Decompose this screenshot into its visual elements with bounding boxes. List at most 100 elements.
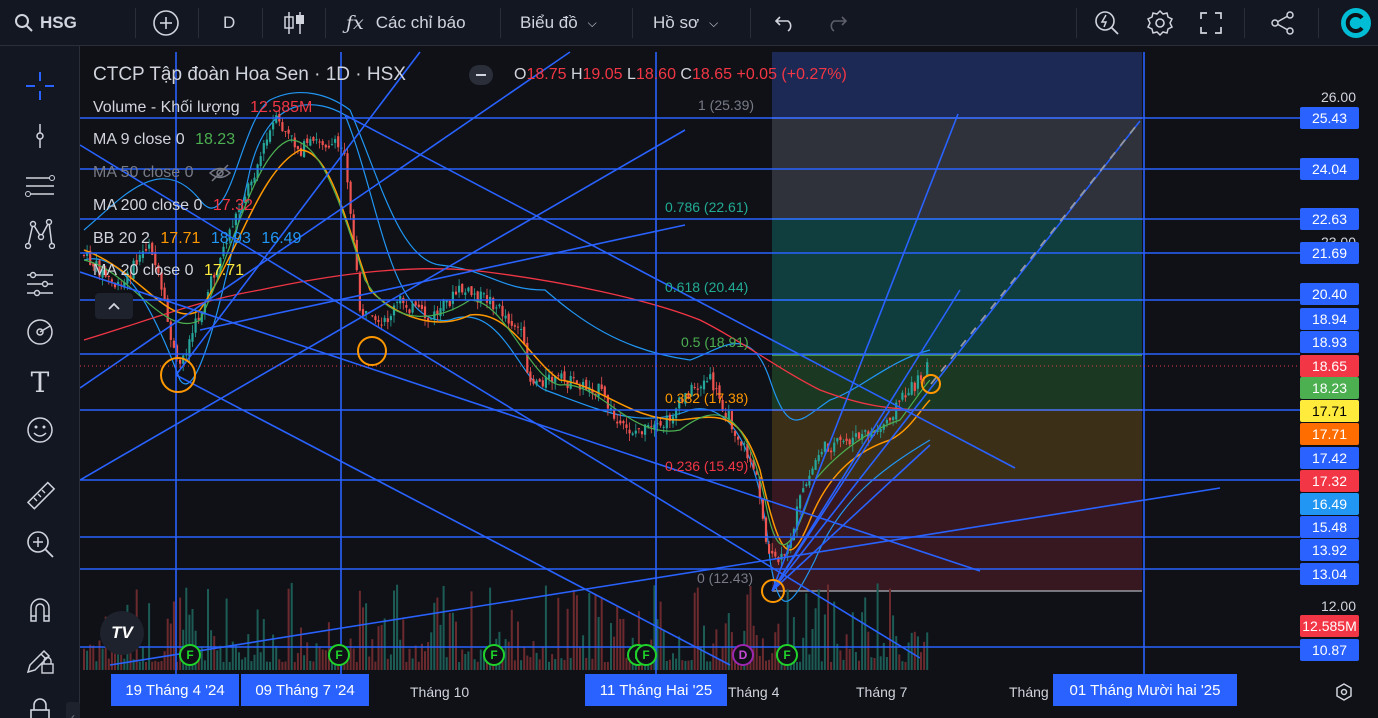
brush-tool[interactable] <box>22 314 58 350</box>
crosshair-tool[interactable] <box>22 68 58 104</box>
legend-toggle-button[interactable] <box>95 293 133 319</box>
legend-bb[interactable]: BB 20 2 17.71 18.93 16.49 <box>93 230 301 248</box>
measure-tool[interactable] <box>22 478 58 514</box>
fullscreen-button[interactable] <box>1199 0 1223 46</box>
earnings-marker[interactable]: F <box>483 644 505 666</box>
quick-search-button[interactable] <box>1094 0 1120 46</box>
earnings-marker[interactable]: F <box>776 644 798 666</box>
volume-bar <box>207 588 209 670</box>
legend-ma9[interactable]: MA 9 close 0 18.23 <box>93 131 235 149</box>
dividend-marker[interactable]: D <box>732 644 754 666</box>
compare-symbol-button[interactable] <box>152 0 180 46</box>
candle-body <box>817 455 820 462</box>
legend-header: CTCP Tập đoàn Hoa Sen · 1D · HSX <box>93 64 406 86</box>
volume-bar <box>383 618 386 670</box>
volume-bar <box>802 637 805 670</box>
volume-bar <box>554 659 557 670</box>
price-label: 18.94 <box>1300 308 1359 330</box>
candle-body <box>839 436 842 440</box>
volume-bar <box>594 594 597 670</box>
smiley-icon <box>27 417 53 443</box>
chart-canvas[interactable] <box>80 46 1378 718</box>
fib-tool[interactable] <box>22 168 58 204</box>
volume-bar <box>513 660 516 670</box>
line-tool[interactable] <box>22 118 58 154</box>
volume-bar <box>538 659 541 670</box>
chart-settings-button[interactable] <box>1334 682 1354 707</box>
target-icon <box>27 319 53 345</box>
tradingview-logo[interactable]: TV <box>100 611 144 655</box>
legend-collapse-button[interactable] <box>469 65 493 85</box>
crosshair-icon <box>26 72 54 100</box>
price-label: 10.87 <box>1300 639 1359 661</box>
volume-bar <box>603 661 606 670</box>
candle-body <box>628 429 631 434</box>
volume-bar <box>110 651 113 670</box>
price-label: 17.42 <box>1300 447 1359 469</box>
pattern-tool[interactable] <box>22 216 58 252</box>
volume-bar <box>616 606 619 670</box>
share-button[interactable] <box>1270 0 1296 46</box>
lock-drawings-tool[interactable] <box>22 690 58 718</box>
candle-body <box>743 443 746 445</box>
volume-bar <box>92 645 95 670</box>
symbol-search[interactable]: HSG <box>14 0 77 46</box>
volume-bar <box>386 658 389 670</box>
chart-type-button[interactable] <box>282 0 306 46</box>
chart-menu-button[interactable]: Biểu đồ ⌵ <box>520 0 597 46</box>
candle-body <box>349 181 352 214</box>
redo-button[interactable] <box>826 0 848 46</box>
legend-ma20[interactable]: MA 20 close 0 17.71 <box>93 262 244 280</box>
volume-bar <box>98 640 101 670</box>
settings-button[interactable] <box>1146 0 1174 46</box>
time-highlight: 01 Tháng Mười hai '25 <box>1053 674 1237 706</box>
profile-menu-button[interactable]: Hồ sơ ⌵ <box>653 0 718 46</box>
candle-body <box>194 318 197 333</box>
text-tool[interactable]: T <box>22 364 58 400</box>
price-label: 25.43 <box>1300 107 1359 129</box>
volume-bar <box>693 592 696 670</box>
volume-bar <box>768 659 771 670</box>
candle-body <box>296 146 299 150</box>
eye-hidden-icon[interactable] <box>208 164 232 182</box>
undo-button[interactable] <box>774 0 796 46</box>
candle-body <box>709 374 712 380</box>
volume-bar <box>256 609 259 670</box>
candle-body <box>892 417 895 420</box>
volume-bar <box>461 649 464 670</box>
candle-body <box>306 138 309 143</box>
symbol-title[interactable]: CTCP Tập đoàn Hoa Sen · 1D · HSX <box>93 64 406 85</box>
interval-button[interactable]: D <box>223 0 235 46</box>
volume-bar <box>358 590 361 670</box>
legend-ma200[interactable]: MA 200 close 0 17.32 <box>93 197 253 215</box>
chevron-up-icon <box>108 302 120 310</box>
volume-bar <box>234 645 237 670</box>
legend-ma50[interactable]: MA 50 close 0 <box>93 164 232 182</box>
earnings-marker[interactable]: F <box>179 644 201 666</box>
volume-bar <box>563 659 566 670</box>
prediction-tool[interactable] <box>22 266 58 302</box>
emoji-tool[interactable] <box>22 412 58 448</box>
time-tick: Tháng 4 <box>728 684 780 700</box>
line-tool-icon <box>36 124 44 148</box>
candle-body <box>637 428 640 430</box>
volume-bar <box>765 660 767 670</box>
zoom-tool[interactable] <box>22 526 58 562</box>
volume-bar <box>293 661 296 670</box>
magnet-tool[interactable] <box>22 592 58 628</box>
volume-bar <box>362 607 364 670</box>
earnings-marker[interactable]: F <box>635 644 657 666</box>
fib-retracement[interactable] <box>772 52 1142 592</box>
indicators-button[interactable]: ƒx Các chỉ báo <box>346 0 466 46</box>
account-button[interactable] <box>1340 0 1372 46</box>
drawing-mode-tool[interactable] <box>22 642 58 678</box>
collapse-toolbar-button[interactable]: ‹ <box>66 702 80 718</box>
candle-body <box>857 432 861 439</box>
earnings-marker[interactable]: F <box>328 644 350 666</box>
candle-body <box>761 499 764 519</box>
candle-body <box>733 430 737 436</box>
symbol-name: HSG <box>40 13 77 32</box>
price-label: 12.585M <box>1300 615 1359 637</box>
legend-volume[interactable]: Volume - Khối lượng 12.585M <box>93 99 312 117</box>
candle-body <box>482 293 485 295</box>
